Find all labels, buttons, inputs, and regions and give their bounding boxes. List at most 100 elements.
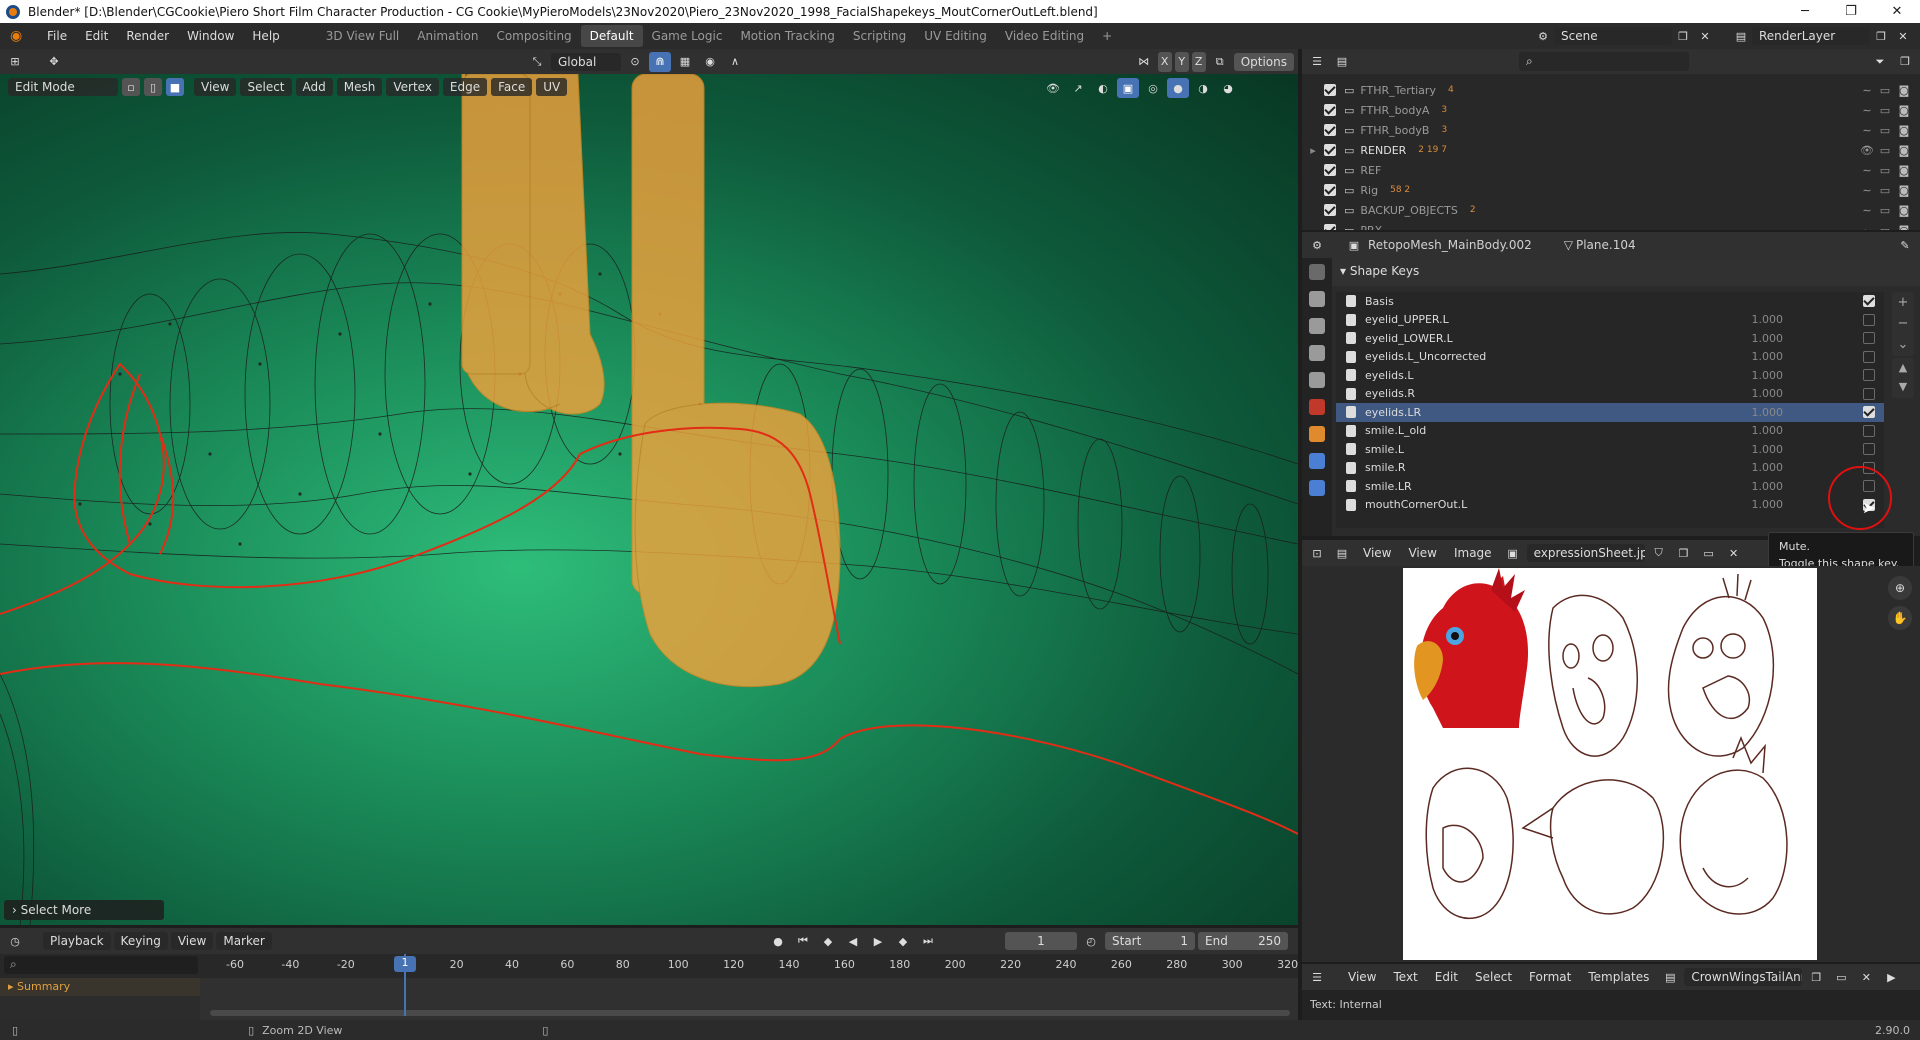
move-up-icon[interactable]: ▲ xyxy=(1892,358,1914,377)
menu-timeline-view[interactable]: View xyxy=(170,932,214,950)
auto-merge-icon[interactable]: ⧉ xyxy=(1209,52,1231,72)
data-name[interactable]: Plane.104 xyxy=(1576,238,1636,252)
visibility-eye-icon[interactable]: ∼ xyxy=(1858,164,1876,177)
vertex-select-icon[interactable]: ▫ xyxy=(122,78,140,96)
pin-icon[interactable]: ✎ xyxy=(1894,235,1916,255)
object-name[interactable]: RetopoMesh_MainBody.002 xyxy=(1368,238,1532,252)
shape-key-add-remove[interactable]: + − ⌄ xyxy=(1892,292,1914,356)
exclude-checkbox[interactable] xyxy=(1324,184,1336,196)
shape-key-value[interactable]: 1.000 xyxy=(1738,332,1784,345)
falloff-icon[interactable]: ∧ xyxy=(724,52,746,72)
shape-key-row[interactable]: eyelid_LOWER.L 1.000 xyxy=(1336,329,1884,348)
render-camera-icon[interactable]: ◙ xyxy=(1894,104,1914,117)
clock-icon[interactable]: ◴ xyxy=(1080,931,1102,951)
menu-marker[interactable]: Marker xyxy=(216,932,272,950)
visibility-eye-icon[interactable]: ∼ xyxy=(1858,84,1876,97)
menu-playback[interactable]: Playback xyxy=(43,932,111,950)
axis-x-toggle[interactable]: X xyxy=(1157,51,1172,72)
viewport-disable-icon[interactable]: ▭ xyxy=(1876,144,1894,157)
edge-select-icon[interactable]: ▯ xyxy=(144,78,162,96)
visibility-eye-icon[interactable]: 👁 xyxy=(1858,144,1876,157)
menu-viewport-vertex[interactable]: Vertex xyxy=(386,78,439,96)
unlink-text-icon[interactable]: ✕ xyxy=(1855,967,1877,987)
tab-video-editing[interactable]: Video Editing xyxy=(996,25,1093,47)
move-down-icon[interactable]: ▼ xyxy=(1892,377,1914,396)
image-mode-dropdown[interactable]: View xyxy=(1356,544,1398,562)
menu-render[interactable]: Render xyxy=(117,29,178,43)
tab-compositing[interactable]: Compositing xyxy=(487,25,580,47)
viewport-disable-icon[interactable]: ▭ xyxy=(1876,224,1894,231)
viewport-disable-icon[interactable]: ▭ xyxy=(1876,84,1894,97)
transform-tool-icon[interactable]: ✥ xyxy=(43,52,65,72)
shading-material-icon[interactable]: ◑ xyxy=(1192,78,1214,98)
exclude-checkbox[interactable] xyxy=(1324,124,1336,136)
menu-text-edit[interactable]: Edit xyxy=(1428,968,1465,986)
mode-icon[interactable]: ▤ xyxy=(1331,543,1353,563)
visibility-icon[interactable]: 👁 xyxy=(1042,78,1064,98)
outliner-row[interactable]: ▭ FTHR_bodyA 3 ∼ ▭ ◙ xyxy=(1302,100,1920,120)
visibility-eye-icon[interactable]: ∼ xyxy=(1858,104,1876,117)
jump-end-icon[interactable]: ⏭ xyxy=(917,931,939,951)
mute-checkbox[interactable] xyxy=(1863,443,1875,455)
shape-key-row[interactable]: smile.L 1.000 xyxy=(1336,440,1884,459)
menu-text[interactable]: Text xyxy=(1386,968,1424,986)
open-image-icon[interactable]: ▭ xyxy=(1698,543,1720,563)
remove-shape-key-icon[interactable]: − xyxy=(1892,313,1914,334)
pan-hand-icon[interactable]: ✋ xyxy=(1888,606,1912,630)
shading-render-icon[interactable]: ◕ xyxy=(1217,78,1239,98)
shape-key-row[interactable]: smile.LR 1.000 xyxy=(1336,477,1884,496)
viewport-disable-icon[interactable]: ▭ xyxy=(1876,104,1894,117)
tool-tab-icon[interactable] xyxy=(1309,264,1325,280)
zoom-icon[interactable]: ⊕ xyxy=(1888,576,1912,600)
text-file-field[interactable]: CrownWingsTailAnn... xyxy=(1684,968,1803,986)
menu-format[interactable]: Format xyxy=(1522,968,1578,986)
fake-user-icon[interactable]: ⛉ xyxy=(1648,543,1670,563)
text-editor-area[interactable]: Text: Internal xyxy=(1302,990,1920,1020)
shape-key-list[interactable]: Basis eyelid_UPPER.L 1.000 eyelid_LOWER.L 1.… xyxy=(1336,292,1884,528)
orientation-icon[interactable]: ⤡ xyxy=(526,52,548,72)
shape-keys-panel-header[interactable]: ▾ Shape Keys xyxy=(1332,258,1920,286)
menu-window[interactable]: Window xyxy=(178,29,243,43)
properties-editor-icon[interactable]: ⚙ xyxy=(1306,235,1328,255)
prev-keyframe-icon[interactable]: ◆ xyxy=(817,931,839,951)
render-camera-icon[interactable]: ◙ xyxy=(1894,124,1914,137)
new-collection-icon[interactable]: ❐ xyxy=(1894,52,1916,72)
add-shape-key-icon[interactable]: + xyxy=(1892,292,1914,313)
image-browse-icon[interactable]: ▣ xyxy=(1502,543,1524,563)
add-workspace-icon[interactable]: + xyxy=(1093,25,1121,47)
minimize-icon[interactable]: ─ xyxy=(1782,4,1828,19)
face-select-icon[interactable]: ■ xyxy=(166,78,184,96)
world-tab-icon[interactable] xyxy=(1309,399,1325,415)
viewport-disable-icon[interactable]: ▭ xyxy=(1876,124,1894,137)
render-camera-icon[interactable]: ◙ xyxy=(1894,144,1914,157)
delete-view-layer-icon[interactable]: ✕ xyxy=(1892,26,1914,46)
menu-keying[interactable]: Keying xyxy=(113,932,168,950)
text-browse-icon[interactable]: ▤ xyxy=(1659,967,1681,987)
shape-key-row[interactable]: smile.R 1.000 xyxy=(1336,459,1884,478)
record-icon[interactable]: ● xyxy=(767,931,789,951)
outliner-row[interactable]: ▭ PRX ∼ ▭ ◙ xyxy=(1302,220,1920,230)
timeline-area[interactable]: ⌕ ▸ Summary -60-40-201204060801001201401… xyxy=(0,954,1298,1020)
menu-viewport-add[interactable]: Add xyxy=(295,78,333,96)
mute-checkbox[interactable] xyxy=(1863,406,1875,418)
xray-toggle-icon[interactable]: ▣ xyxy=(1117,78,1139,98)
delete-scene-icon[interactable]: ✕ xyxy=(1694,26,1716,46)
new-image-icon[interactable]: ❐ xyxy=(1673,543,1695,563)
mute-checkbox[interactable] xyxy=(1863,350,1875,363)
outliner-row[interactable]: ▭ FTHR_bodyB 3 ∼ ▭ ◙ xyxy=(1302,120,1920,140)
shape-key-value[interactable]: 1.000 xyxy=(1738,313,1784,326)
shading-wireframe-icon[interactable]: ◎ xyxy=(1142,78,1164,98)
summary-channel[interactable]: ▸ Summary xyxy=(0,978,200,996)
outliner-row[interactable]: ▭ REF ∼ ▭ ◙ xyxy=(1302,160,1920,180)
close-window-icon[interactable]: ✕ xyxy=(1874,4,1920,19)
shape-key-value[interactable]: 1.000 xyxy=(1738,498,1784,511)
blender-menu-icon[interactable]: ◉ xyxy=(10,28,32,44)
mute-checkbox[interactable] xyxy=(1863,387,1875,400)
tab-default[interactable]: Default xyxy=(580,25,643,47)
tab-scripting[interactable]: Scripting xyxy=(844,25,915,47)
frame-ruler[interactable]: -60-40-201204060801001201401601802002202… xyxy=(200,958,1298,976)
exclude-checkbox[interactable] xyxy=(1324,164,1336,176)
disclosure-icon[interactable]: ▸ xyxy=(1302,144,1324,157)
shape-key-value[interactable]: 1.000 xyxy=(1738,406,1784,419)
jump-start-icon[interactable]: ⏮ xyxy=(792,931,814,951)
